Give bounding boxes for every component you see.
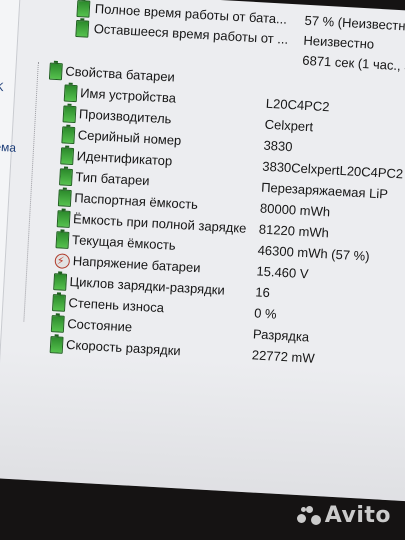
battery-icon [60, 147, 75, 166]
power-bolt-icon [54, 253, 71, 269]
row-value: Разрядка [252, 326, 310, 345]
row-value: 81220 mWh [258, 221, 330, 241]
row-value: 16 [254, 284, 271, 301]
left-pane-fragment[interactable]: тема [0, 139, 16, 154]
left-pane-fragment[interactable]: e [0, 57, 1, 71]
row-label: Состояние [66, 315, 133, 335]
row-value: L20C4PC2 [265, 95, 330, 115]
screen-glare [0, 345, 405, 502]
battery-icon [57, 189, 72, 207]
row-value: 80000 mWh [259, 200, 331, 220]
battery-icon [75, 19, 90, 38]
battery-icon [53, 273, 68, 291]
battery-icon [55, 231, 70, 249]
battery-icon [50, 315, 65, 333]
battery-icon [63, 84, 78, 103]
battery-icon [56, 210, 71, 228]
row-value: 3830 [263, 137, 293, 155]
avito-logo-icon [296, 506, 321, 526]
battery-icon [76, 0, 91, 18]
battery-icon [59, 168, 73, 187]
battery-icon [51, 294, 66, 312]
row-value: 6871 сек (1 час., 54 м [301, 52, 405, 75]
row-value: 0 % [253, 305, 277, 322]
watermark-text: Avito [324, 503, 391, 528]
battery-icon [62, 105, 77, 124]
battery-icon [48, 62, 63, 81]
battery-info-window: e IK тема Полное время работы от бата...… [0, 0, 405, 502]
row-value: 15.460 V [256, 263, 309, 282]
left-pane-fragment[interactable]: IK [0, 79, 4, 94]
battery-icon [61, 126, 76, 145]
row-value: Celxpert [264, 116, 314, 135]
avito-watermark: Avito [296, 503, 391, 528]
row-label: Тип батареи [75, 169, 150, 189]
tree-connector-line [23, 61, 40, 322]
